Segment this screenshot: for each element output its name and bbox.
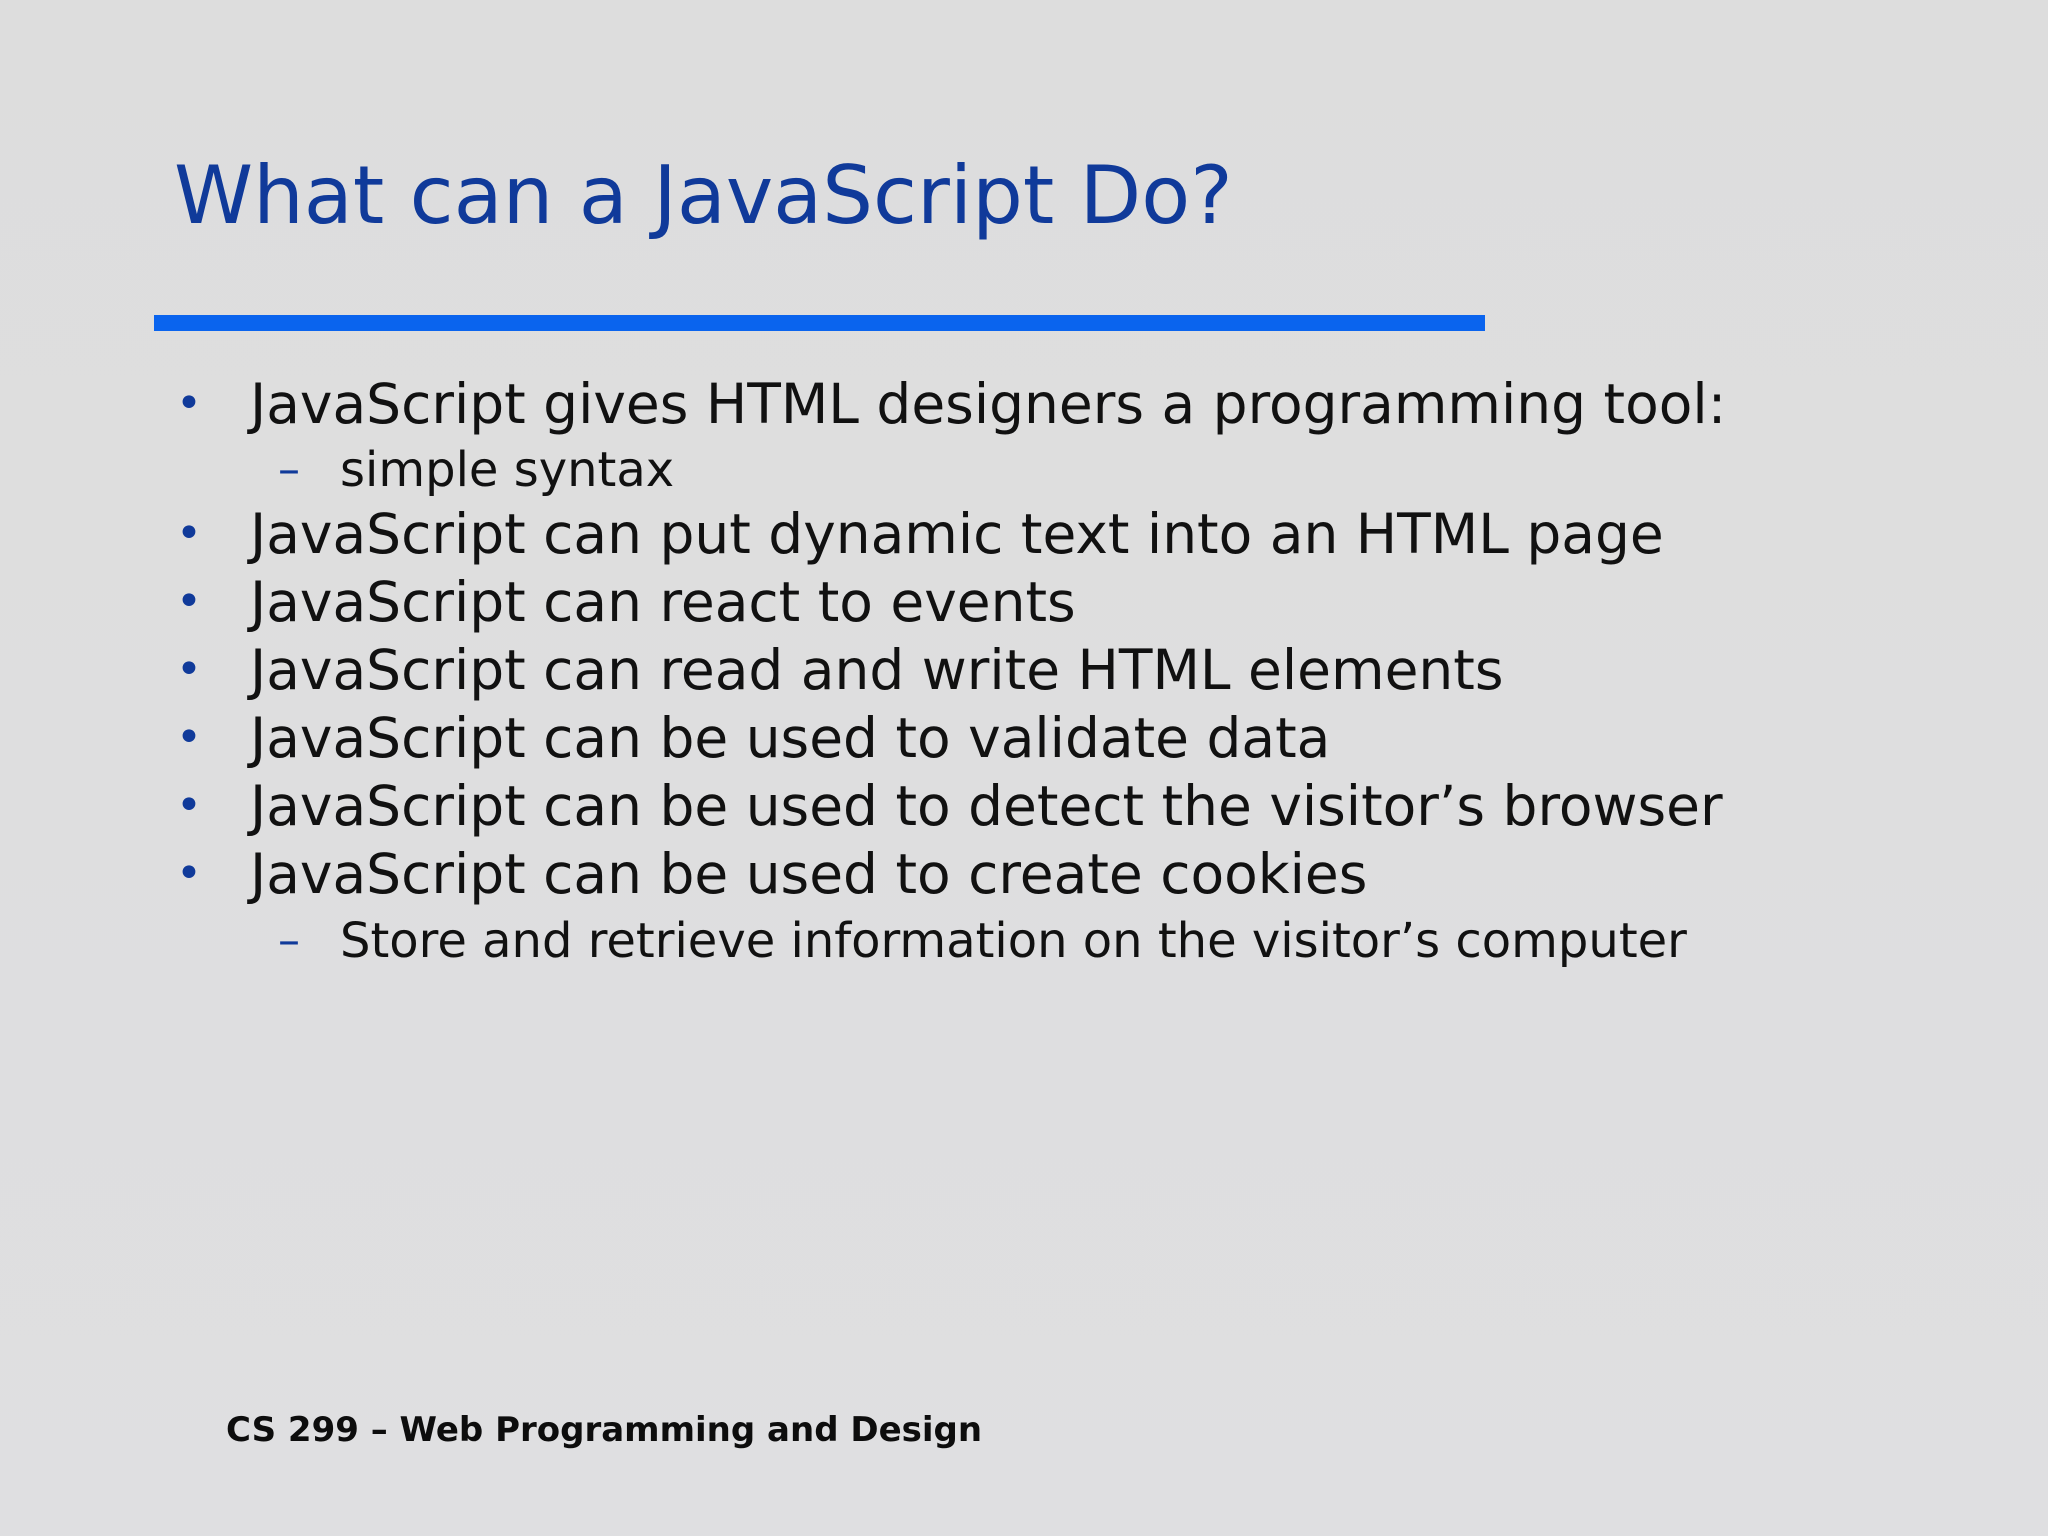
title-underline-rule — [154, 315, 1485, 331]
bullet-dot-icon: • — [176, 644, 202, 695]
bullet-dot-icon: • — [176, 576, 202, 627]
bullet-text: JavaScript can react to events — [250, 570, 1076, 634]
bullet-text: JavaScript can be used to validate data — [250, 706, 1331, 770]
slide-footer: CS 299 – Web Programming and Design — [226, 1410, 983, 1450]
bullet-text: JavaScript gives HTML designers a progra… — [250, 372, 1727, 436]
bullet-dot-icon: • — [176, 780, 202, 831]
bullet-dot-icon: • — [176, 712, 202, 763]
dash-icon: – — [278, 444, 300, 495]
sub-bullet-text: Store and retrieve information on the vi… — [340, 913, 1687, 969]
dash-icon: – — [278, 915, 300, 966]
sub-bullet-text: simple syntax — [340, 442, 675, 498]
slide-title: What can a JavaScript Do? — [174, 149, 1233, 242]
slide: What can a JavaScript Do? • JavaScript g… — [0, 0, 2048, 1536]
bullet-text: JavaScript can read and write HTML eleme… — [250, 638, 1504, 702]
bullet-text: JavaScript can be used to detect the vis… — [250, 774, 1723, 838]
bullet-dot-icon: • — [176, 848, 202, 899]
bullet-text: JavaScript can put dynamic text into an … — [250, 502, 1664, 566]
bullet-dot-icon: • — [176, 508, 202, 559]
bullet-dot-icon: • — [176, 378, 202, 429]
bullet-text: JavaScript can be used to create cookies — [250, 842, 1368, 906]
